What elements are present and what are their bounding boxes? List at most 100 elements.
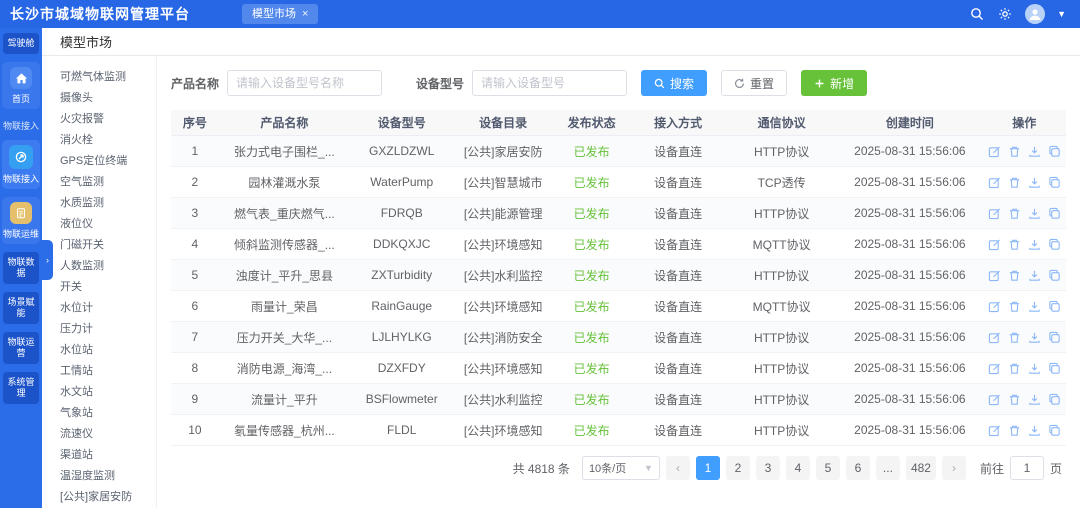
- download-icon[interactable]: [1028, 145, 1041, 158]
- delete-icon[interactable]: [1008, 300, 1021, 313]
- delete-icon[interactable]: [1008, 238, 1021, 251]
- edit-icon[interactable]: [988, 300, 1001, 313]
- prev-page-button[interactable]: ‹: [666, 456, 690, 480]
- page-button[interactable]: 1: [696, 456, 720, 480]
- category-item[interactable]: 水文站: [42, 379, 156, 400]
- category-item[interactable]: 液位仪: [42, 211, 156, 232]
- caret-down-icon[interactable]: ▼: [1057, 9, 1066, 19]
- page-button[interactable]: 2: [726, 456, 750, 480]
- avatar[interactable]: [1025, 4, 1045, 24]
- copy-icon[interactable]: [1048, 300, 1061, 313]
- delete-icon[interactable]: [1008, 269, 1021, 282]
- sidebar-item-iot-data[interactable]: 物联数据: [3, 252, 39, 284]
- protocol: HTTP协议: [726, 267, 837, 284]
- edit-icon[interactable]: [988, 207, 1001, 220]
- device-model: DDKQXJC: [350, 237, 453, 251]
- device-model-input[interactable]: [472, 70, 627, 96]
- goto-page-input[interactable]: [1010, 456, 1044, 480]
- category-item[interactable]: 门磁开关: [42, 232, 156, 253]
- download-icon[interactable]: [1028, 207, 1041, 220]
- search-button[interactable]: 搜索: [641, 70, 707, 96]
- sidebar-item-home[interactable]: 首页: [2, 62, 40, 109]
- more-pages-button[interactable]: ...: [876, 456, 900, 480]
- product-name-input[interactable]: [227, 70, 382, 96]
- delete-icon[interactable]: [1008, 362, 1021, 375]
- next-page-button[interactable]: ›: [942, 456, 966, 480]
- delete-icon[interactable]: [1008, 145, 1021, 158]
- table-row: 1张力式电子围栏_...GXZLDZWL[公共]家居安防已发布设备直连HTTP协…: [171, 136, 1066, 167]
- page-button[interactable]: 5: [816, 456, 840, 480]
- edit-icon[interactable]: [988, 393, 1001, 406]
- page-button[interactable]: 3: [756, 456, 780, 480]
- table-header-row: 序号产品名称设备型号设备目录发布状态接入方式通信协议创建时间操作: [171, 110, 1066, 136]
- category-item[interactable]: 温湿度监测: [42, 463, 156, 484]
- download-icon[interactable]: [1028, 176, 1041, 189]
- category-item[interactable]: 水质监测: [42, 190, 156, 211]
- add-button[interactable]: 新增: [801, 70, 867, 96]
- copy-icon[interactable]: [1048, 393, 1061, 406]
- tab-model-market[interactable]: 模型市场 ×: [242, 4, 318, 24]
- copy-icon[interactable]: [1048, 145, 1061, 158]
- copy-icon[interactable]: [1048, 424, 1061, 437]
- category-item[interactable]: 开关: [42, 274, 156, 295]
- download-icon[interactable]: [1028, 269, 1041, 282]
- delete-icon[interactable]: [1008, 393, 1021, 406]
- category-item[interactable]: 空气监测: [42, 169, 156, 190]
- category-item[interactable]: 人数监测: [42, 253, 156, 274]
- sidebar-item-iot-access[interactable]: 物联接入: [2, 140, 40, 189]
- download-icon[interactable]: [1028, 238, 1041, 251]
- delete-icon[interactable]: [1008, 331, 1021, 344]
- edit-icon[interactable]: [988, 176, 1001, 189]
- page-button[interactable]: 482: [906, 456, 936, 480]
- sidebar-item-system-mgmt[interactable]: 系统管理: [3, 372, 39, 404]
- category-item[interactable]: 消火栓: [42, 127, 156, 148]
- goto-label: 前往: [980, 460, 1004, 477]
- edit-icon[interactable]: [988, 269, 1001, 282]
- delete-icon[interactable]: [1008, 176, 1021, 189]
- edit-icon[interactable]: [988, 331, 1001, 344]
- category-item[interactable]: 工情站: [42, 358, 156, 379]
- category-item[interactable]: 渠道站: [42, 442, 156, 463]
- copy-icon[interactable]: [1048, 362, 1061, 375]
- page-button[interactable]: 4: [786, 456, 810, 480]
- category-item[interactable]: 水位站: [42, 337, 156, 358]
- tab-close-icon[interactable]: ×: [302, 4, 308, 24]
- sidebar-expand-handle[interactable]: ›: [42, 240, 53, 280]
- delete-icon[interactable]: [1008, 424, 1021, 437]
- search-icon[interactable]: [969, 6, 985, 22]
- copy-icon[interactable]: [1048, 207, 1061, 220]
- reset-button[interactable]: 重置: [721, 70, 787, 96]
- sidebar-item-iot-operation[interactable]: 物联运营: [3, 332, 39, 364]
- category-item[interactable]: 压力计: [42, 316, 156, 337]
- download-icon[interactable]: [1028, 393, 1041, 406]
- edit-icon[interactable]: [988, 362, 1001, 375]
- settings-icon[interactable]: [997, 6, 1013, 22]
- edit-icon[interactable]: [988, 424, 1001, 437]
- category-item[interactable]: 流速仪: [42, 421, 156, 442]
- sidebar-item-cockpit[interactable]: 驾驶舱: [3, 33, 39, 54]
- category-item[interactable]: 水位计: [42, 295, 156, 316]
- category-item[interactable]: 可燃气体监测: [42, 64, 156, 85]
- delete-icon[interactable]: [1008, 207, 1021, 220]
- copy-icon[interactable]: [1048, 331, 1061, 344]
- edit-icon[interactable]: [988, 145, 1001, 158]
- category-item[interactable]: GPS定位终端: [42, 148, 156, 169]
- download-icon[interactable]: [1028, 362, 1041, 375]
- category-item[interactable]: 火灾报警: [42, 106, 156, 127]
- copy-icon[interactable]: [1048, 176, 1061, 189]
- category-item[interactable]: 气象站: [42, 400, 156, 421]
- page-button[interactable]: 6: [846, 456, 870, 480]
- sidebar-item-iot-ops[interactable]: 物联运维: [2, 197, 40, 244]
- copy-icon[interactable]: [1048, 269, 1061, 282]
- sidebar-item-scene-enable[interactable]: 场景赋能: [3, 292, 39, 324]
- download-icon[interactable]: [1028, 424, 1041, 437]
- product-name: 倾斜监测传感器_...: [219, 236, 350, 253]
- category-item[interactable]: 摄像头: [42, 85, 156, 106]
- sidebar-section-iot-access[interactable]: 物联接入: [3, 119, 39, 132]
- edit-icon[interactable]: [988, 238, 1001, 251]
- page-size-select[interactable]: 10条/页 ▼: [582, 456, 660, 480]
- download-icon[interactable]: [1028, 300, 1041, 313]
- copy-icon[interactable]: [1048, 238, 1061, 251]
- download-icon[interactable]: [1028, 331, 1041, 344]
- category-item[interactable]: [公共]家居安防: [42, 484, 156, 505]
